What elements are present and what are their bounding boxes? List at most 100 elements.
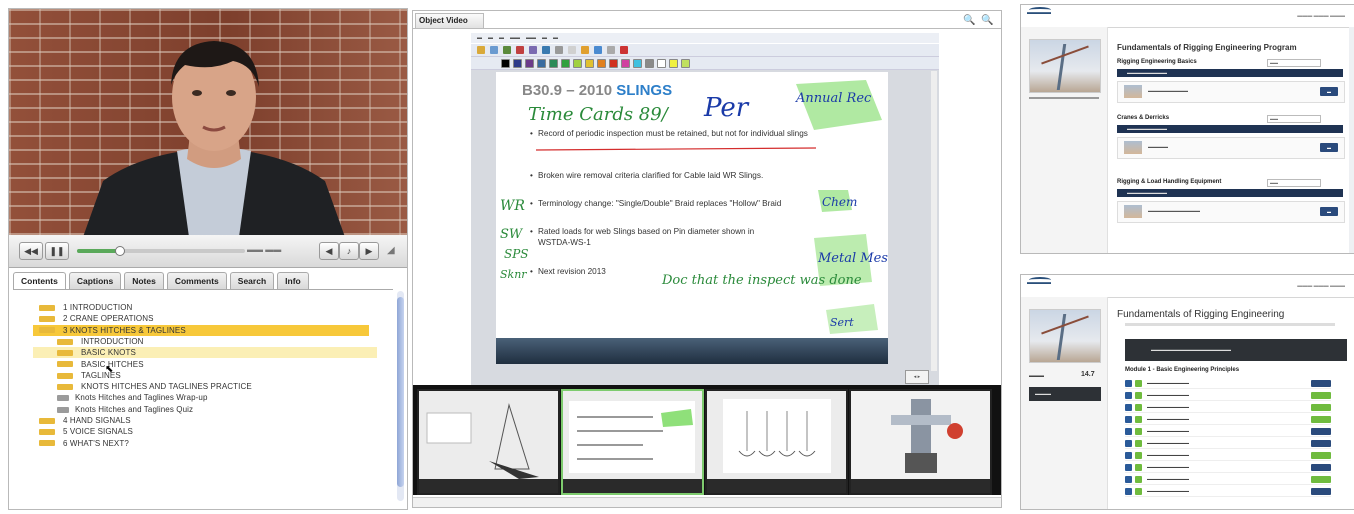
toc-folder-item[interactable]: BASIC KNOTS <box>33 347 377 359</box>
color-swatch[interactable] <box>561 59 570 68</box>
zoom-in-icon[interactable]: 🔍 <box>981 15 993 26</box>
lesson-launch-button[interactable] <box>1311 464 1331 471</box>
tab-comments[interactable]: Comments <box>166 272 227 289</box>
toc-folder-item[interactable]: 6 WHAT'S NEXT? <box>39 438 129 449</box>
lesson-row[interactable]: ▬▬▬▬▬▬▬▬▬▬▬▬ <box>1125 403 1331 413</box>
horizontal-scrollbar[interactable] <box>413 497 1001 507</box>
lesson-row[interactable]: ▬▬▬▬▬▬▬▬▬▬▬▬ <box>1125 439 1331 449</box>
toc-folder-item[interactable]: KNOTS HITCHES AND TAGLINES PRACTICE <box>57 381 252 392</box>
open-button[interactable]: ▬ <box>1320 143 1338 152</box>
lesson-row[interactable]: ▬▬▬▬▬▬▬▬▬▬▬▬ <box>1125 415 1331 425</box>
lesson-launch-button[interactable] <box>1311 404 1331 411</box>
color-swatch[interactable] <box>681 59 690 68</box>
seek-bar[interactable] <box>77 246 245 256</box>
zoom-out-icon[interactable]: 🔍 <box>963 15 975 26</box>
toc-folder-item[interactable]: 3 KNOTS HITCHES & TAGLINES <box>33 324 369 336</box>
course-row[interactable]: ▬▬▬▬▬▬▬▬▬▬ ▬ <box>1117 81 1345 103</box>
prev-button[interactable]: ◀ <box>319 242 339 260</box>
portal-header-link[interactable]: ▬▬▬ ▬▬▬ ▬▬▬ <box>1297 13 1345 19</box>
color-swatch[interactable] <box>501 59 510 68</box>
toolbar-tool-icon[interactable] <box>594 46 602 54</box>
slide-scrollbar[interactable] <box>931 71 937 371</box>
toc-page-item[interactable]: Knots Hitches and Taglines Wrap-up <box>57 392 208 403</box>
section-select[interactable]: ▬▬ <box>1267 59 1321 67</box>
toc-folder-item[interactable]: INTRODUCTION <box>57 336 144 347</box>
color-swatch[interactable] <box>585 59 594 68</box>
thumbnail-selected[interactable] <box>561 389 704 495</box>
color-swatch[interactable] <box>609 59 618 68</box>
tab-notes[interactable]: Notes <box>124 272 164 289</box>
expand-icon[interactable] <box>1125 464 1132 471</box>
seek-knob[interactable] <box>115 246 125 256</box>
lesson-launch-button[interactable] <box>1311 440 1331 447</box>
toc-folder-item[interactable]: 5 VOICE SIGNALS <box>39 426 133 437</box>
toolbar-tool-icon[interactable] <box>503 46 511 54</box>
color-swatch[interactable] <box>657 59 666 68</box>
toc-scroll-thumb[interactable] <box>397 297 404 487</box>
toolbar-tool-icon[interactable] <box>490 46 498 54</box>
toolbar-tool-icon[interactable] <box>607 46 615 54</box>
color-swatch[interactable] <box>597 59 606 68</box>
expand-icon[interactable] <box>1125 440 1132 447</box>
lesson-row[interactable]: ▬▬▬▬▬▬▬▬▬▬▬▬ <box>1125 487 1331 497</box>
toolbar-tool-icon[interactable] <box>477 46 485 54</box>
toc-scrollbar[interactable] <box>397 291 404 501</box>
section-select[interactable]: ▬▬ <box>1267 115 1321 123</box>
lesson-launch-button[interactable] <box>1311 476 1331 483</box>
toolbar-tool-icon[interactable] <box>516 46 524 54</box>
portal-logo[interactable]: ▬▬▬▬ <box>1027 7 1051 16</box>
tab-search[interactable]: Search <box>229 272 275 289</box>
expand-icon[interactable] <box>1125 404 1132 411</box>
toolbar-tool-icon[interactable] <box>555 46 563 54</box>
thumbnail[interactable] <box>849 389 992 495</box>
toolbar-tool-icon[interactable] <box>620 46 628 54</box>
course-row[interactable]: ▬▬▬▬▬▬▬▬▬▬▬▬▬ ▬ <box>1117 201 1345 223</box>
lesson-row[interactable]: ▬▬▬▬▬▬▬▬▬▬▬▬ <box>1125 427 1331 437</box>
lesson-launch-button[interactable] <box>1311 488 1331 495</box>
lesson-launch-button[interactable] <box>1311 416 1331 423</box>
slide-canvas[interactable]: B30.9 – 2010 SLINGS Record of periodic i… <box>471 70 939 387</box>
thumbnail[interactable] <box>705 389 848 495</box>
expand-icon[interactable] <box>1125 476 1132 483</box>
toc-folder-item[interactable]: 4 HAND SIGNALS <box>39 415 131 426</box>
sidebar-button[interactable]: ▬▬▬▬ <box>1029 387 1101 401</box>
toolbar-tool-icon[interactable] <box>581 46 589 54</box>
tab-captions[interactable]: Captions <box>68 272 122 289</box>
toc-folder-item[interactable]: 1 INTRODUCTION <box>39 302 132 313</box>
tab-info[interactable]: Info <box>277 272 309 289</box>
color-swatch[interactable] <box>621 59 630 68</box>
toolbar-tool-icon[interactable] <box>568 46 576 54</box>
color-swatch[interactable] <box>537 59 546 68</box>
object-video-tab[interactable]: Object Video <box>415 13 484 28</box>
expand-icon[interactable] <box>1125 452 1132 459</box>
color-swatch[interactable] <box>573 59 582 68</box>
toolbar-tool-icon[interactable] <box>529 46 537 54</box>
lesson-row[interactable]: ▬▬▬▬▬▬▬▬▬▬▬▬ <box>1125 463 1331 473</box>
color-swatch[interactable] <box>513 59 522 68</box>
portal-header-link[interactable]: ▬▬▬ ▬▬▬ ▬▬▬ <box>1297 283 1345 289</box>
toolbar-tool-icon[interactable] <box>542 46 550 54</box>
expand-icon[interactable] <box>1125 380 1132 387</box>
lesson-launch-button[interactable] <box>1311 380 1331 387</box>
open-button[interactable]: ▬ <box>1320 87 1338 96</box>
lesson-row[interactable]: ▬▬▬▬▬▬▬▬▬▬▬▬ <box>1125 391 1331 401</box>
volume-button[interactable]: ♪ <box>339 242 359 260</box>
presenter-video[interactable] <box>9 9 407 235</box>
course-row[interactable]: ▬▬▬▬▬ ▬ <box>1117 137 1345 159</box>
lesson-row[interactable]: ▬▬▬▬▬▬▬▬▬▬▬▬ <box>1125 475 1331 485</box>
expand-icon[interactable] <box>1125 392 1132 399</box>
color-swatch[interactable] <box>525 59 534 68</box>
expand-icon[interactable] <box>1125 416 1132 423</box>
pause-button[interactable]: ❚❚ <box>45 242 69 260</box>
color-swatch[interactable] <box>645 59 654 68</box>
resize-grip-icon[interactable]: ◢ <box>387 245 395 256</box>
thumbnail[interactable] <box>417 389 560 495</box>
color-swatch[interactable] <box>669 59 678 68</box>
portal-scrollbar[interactable] <box>1349 27 1354 253</box>
course-banner[interactable]: ▬▬▬▬▬▬▬▬▬▬▬▬▬▬▬▬▬▬▬▬ <box>1125 339 1347 361</box>
next-button[interactable]: ▶ <box>359 242 379 260</box>
toc-page-item[interactable]: Knots Hitches and Taglines Quiz <box>57 404 193 415</box>
lesson-launch-button[interactable] <box>1311 452 1331 459</box>
rewind-button[interactable]: ◀◀ <box>19 242 43 260</box>
lesson-row[interactable]: ▬▬▬▬▬▬▬▬▬▬▬▬ <box>1125 451 1331 461</box>
